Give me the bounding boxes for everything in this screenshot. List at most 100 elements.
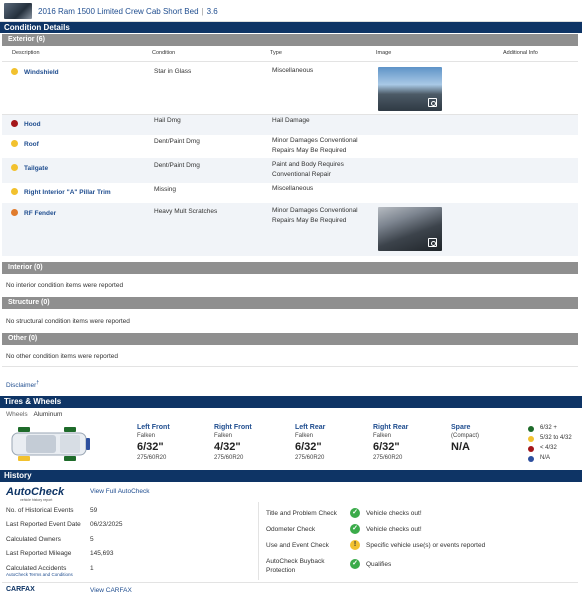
tire-position: Right Front <box>214 424 252 431</box>
item-name[interactable]: Hood <box>24 121 41 128</box>
car-diagram-icon <box>11 427 90 461</box>
legend-dot <box>528 426 534 432</box>
zoom-icon[interactable] <box>428 238 437 247</box>
legend-dot <box>528 456 534 462</box>
item-condition: Dent/Paint Dmg <box>154 162 200 169</box>
check-label: Use and Event Check <box>266 542 329 549</box>
condition-row: Hood Hail Dmg Hail Damage <box>2 115 578 135</box>
tire-position: Spare <box>451 424 471 431</box>
check-label: AutoCheck Buyback Protection <box>266 558 325 574</box>
wheels-value: Aluminum <box>33 411 63 418</box>
disclaimer-text: Disclaimer <box>6 382 37 390</box>
history-value: 06/23/2025 <box>90 521 123 528</box>
tires-wheels-header: Tires & Wheels <box>0 396 582 408</box>
tire-position: Right Rear <box>373 424 409 431</box>
col-image: Image <box>376 50 392 56</box>
damage-photo[interactable] <box>378 67 442 111</box>
tire-brand: Falken <box>137 433 156 439</box>
tire-tread: 6/32" <box>137 441 164 453</box>
history-value: 1 <box>90 565 94 572</box>
check-status: Vehicle checks out! <box>366 526 422 533</box>
damage-photo[interactable] <box>378 207 442 251</box>
tire-right-rear: Right Rear Falken 6/32" 275/60R20 <box>373 424 443 461</box>
item-type: Hail Damage <box>272 117 310 124</box>
condition-row: Right Interior "A" Pillar Trim Missing M… <box>2 183 578 203</box>
zoom-icon[interactable] <box>428 98 437 107</box>
condition-row: Tailgate Dent/Paint Dmg Paint and Body R… <box>2 158 578 183</box>
disclaimer-link[interactable]: Disclaimer† <box>6 380 39 389</box>
structure-header[interactable]: Structure (0) <box>2 297 578 309</box>
check-status: Vehicle checks out! <box>366 510 422 517</box>
autocheck-tagline: vehicle history report <box>20 498 53 502</box>
condition-row: Roof Dent/Paint Dmg Minor Damages Conven… <box>2 135 578 158</box>
vehicle-thumbnail[interactable] <box>4 3 32 19</box>
legend-label: < 4/32 <box>540 445 557 451</box>
col-description: Description <box>12 50 40 56</box>
wheels-row: Wheels Aluminum <box>6 411 62 418</box>
col-type: Type <box>270 50 282 56</box>
tire-left-rear: Left Rear Falken 6/32" 275/60R20 <box>295 424 365 461</box>
tire-tread: 6/32" <box>295 441 322 453</box>
history-label: Last Reported Event Date <box>6 521 81 528</box>
item-name[interactable]: Right Interior "A" Pillar Trim <box>24 189 111 196</box>
legend-dot <box>528 446 534 452</box>
autocheck-logo-text: AutoCheck <box>6 486 65 498</box>
col-additional-info: Additional Info <box>503 50 538 56</box>
item-condition: Dent/Paint Dmg <box>154 138 200 145</box>
tire-left-front: Left Front Falken 6/32" 275/60R20 <box>137 424 207 461</box>
legend-dot <box>528 436 534 442</box>
check-pass-icon: ✓ <box>350 508 360 518</box>
tire-position: Left Front <box>137 424 170 431</box>
history-label: No. of Historical Events <box>6 507 74 514</box>
item-type: Miscellaneous <box>272 67 314 74</box>
item-condition: Star in Glass <box>154 68 192 75</box>
tire-position: Left Rear <box>295 424 326 431</box>
tire-tread: 4/32" <box>214 441 241 453</box>
tire-right-front: Right Front Falken 4/32" 275/60R20 <box>214 424 284 461</box>
tire-size: 275/60R20 <box>214 455 244 461</box>
title-separator: | <box>201 7 204 16</box>
tire-size: 275/60R20 <box>137 455 167 461</box>
item-name[interactable]: Tailgate <box>24 165 48 172</box>
view-carfax-link[interactable]: View CARFAX <box>90 587 132 594</box>
check-status: Specific vehicle use(s) or events report… <box>366 542 486 549</box>
tire-tread: 6/32" <box>373 441 400 453</box>
other-empty-text: No other condition items were reported <box>6 353 119 360</box>
condition-details-header: Condition Details <box>0 22 582 33</box>
check-pass-icon: ✓ <box>350 524 360 534</box>
history-value: 59 <box>90 507 98 514</box>
check-status: Qualifies <box>366 561 392 568</box>
item-name[interactable]: Windshield <box>24 69 59 76</box>
exterior-header[interactable]: Exterior (6) <box>2 34 578 46</box>
autocheck-terms-link[interactable]: AutoCheck Terms and Conditions <box>6 572 73 577</box>
item-type: Minor Damages Conventional Repairs May B… <box>272 137 358 154</box>
legend-label: 5/32 to 4/32 <box>540 435 572 441</box>
view-full-autocheck-link[interactable]: View Full AutoCheck <box>90 488 150 495</box>
tire-brand: Falken <box>373 433 392 439</box>
tire-spare: Spare (Compact) N/A <box>451 424 521 453</box>
col-condition: Condition <box>152 50 176 56</box>
item-condition: Heavy Mult Scratches <box>154 208 218 215</box>
item-type: Miscellaneous <box>272 185 314 192</box>
check-label: Title and Problem Check <box>266 510 337 517</box>
vehicle-title[interactable]: 2016 Ram 1500 Limited Crew Cab Short Bed… <box>38 7 218 16</box>
history-value: 5 <box>90 536 94 543</box>
severity-dot <box>11 209 18 216</box>
severity-dot <box>11 120 18 127</box>
legend-label: 6/32 + <box>540 425 557 431</box>
tire-size: 275/60R20 <box>373 455 403 461</box>
item-name[interactable]: RF Fender <box>24 210 56 217</box>
vehicle-engine: 3.6 <box>206 7 218 16</box>
item-name[interactable]: Roof <box>24 141 39 148</box>
condition-row: RF Fender Heavy Mult Scratches Minor Dam… <box>2 203 578 256</box>
divider <box>2 366 578 367</box>
autocheck-logo: AutoCheck vehicle history report <box>6 486 66 502</box>
other-header[interactable]: Other (0) <box>2 333 578 345</box>
check-pass-icon: ✓ <box>350 559 360 569</box>
severity-dot <box>11 164 18 171</box>
check-warning-icon: ! <box>350 540 360 550</box>
interior-header[interactable]: Interior (0) <box>2 262 578 274</box>
item-condition: Missing <box>154 186 177 193</box>
vehicle-header: 2016 Ram 1500 Limited Crew Cab Short Bed… <box>0 0 582 22</box>
wheels-label: Wheels <box>6 411 28 418</box>
